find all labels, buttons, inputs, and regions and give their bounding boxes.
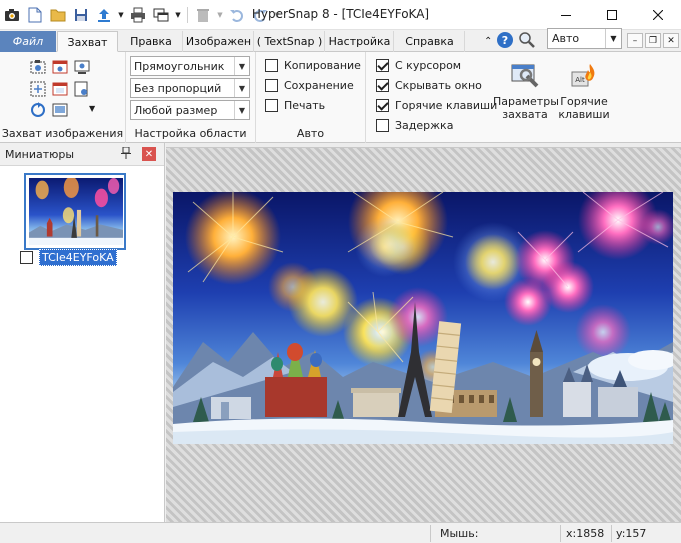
- zoom-select-value: Авто: [552, 32, 580, 45]
- thumbnails-title: Миниатюры: [5, 148, 75, 161]
- status-separator: [560, 525, 561, 542]
- thumbnail-preview: [29, 176, 123, 245]
- minimize-button[interactable]: [543, 0, 589, 30]
- capture-active-window-icon[interactable]: [51, 80, 69, 98]
- size-select[interactable]: Любой размер ▼: [130, 100, 250, 120]
- hotkeys-fire-icon: Alt: [557, 57, 611, 95]
- size-select-value: Любой размер: [134, 104, 218, 117]
- capture-region-icon[interactable]: [51, 58, 69, 76]
- magnifier-icon[interactable]: [518, 31, 536, 52]
- capture-params-label-1: Параметры: [493, 95, 559, 108]
- status-bar: Мышь: x:1858 y:157: [0, 522, 681, 543]
- tab-edit[interactable]: Правка: [120, 31, 183, 52]
- chevron-down-icon[interactable]: ▼: [234, 57, 249, 75]
- status-separator: [611, 525, 612, 542]
- region-group-label: Настройка области: [134, 127, 247, 140]
- capture-scroll-icon[interactable]: [73, 80, 91, 98]
- tab-image[interactable]: Изображен: [184, 31, 254, 52]
- capture-repeat-icon[interactable]: [29, 101, 47, 119]
- tab-help[interactable]: Справка: [395, 31, 465, 52]
- tab-textsnap[interactable]: ( TextSnap ): [255, 31, 325, 52]
- svg-text:?: ?: [502, 34, 508, 47]
- hotkeys-checkbox-box[interactable]: [376, 99, 389, 112]
- mouse-label: Мышь:: [440, 527, 479, 540]
- capture-group-label: Захват изображения: [1, 127, 124, 140]
- save-checkbox-label: Сохранение: [284, 79, 354, 92]
- proportions-select-value: Без пропорций: [134, 82, 222, 95]
- delay-checkbox-label: Задержка: [395, 119, 454, 132]
- delay-checkbox[interactable]: Задержка: [376, 119, 453, 132]
- delay-checkbox-box[interactable]: [376, 119, 389, 132]
- thumbnail-row: TCIe4EYFoKA: [20, 249, 117, 266]
- mdi-controls: – ❐ ✕: [627, 33, 679, 48]
- svg-text:Alt: Alt: [575, 76, 585, 84]
- auto-group: Копирование Сохранение Печать Авто: [256, 52, 366, 143]
- tab-settings[interactable]: Настройка: [326, 31, 394, 52]
- hotkeys-button-label-1: Горячие: [560, 95, 608, 108]
- thumbnail-image[interactable]: [24, 173, 126, 250]
- capture-menu-icon[interactable]: [51, 101, 69, 119]
- shape-select[interactable]: Прямоугольник ▼: [130, 56, 250, 76]
- tab-tools: ⌃ ?: [484, 30, 536, 52]
- cursor-checkbox-box[interactable]: [376, 59, 389, 72]
- chevron-down-icon[interactable]: ▼: [605, 29, 621, 48]
- print-checkbox-label: Печать: [284, 99, 326, 112]
- zoom-select[interactable]: Авто ▼: [547, 28, 622, 49]
- chevron-down-icon[interactable]: ▼: [234, 101, 249, 119]
- chevron-down-icon[interactable]: ▼: [234, 79, 249, 97]
- hotkeys-button[interactable]: Alt Горячие клавиши: [557, 57, 611, 121]
- capture-group: ▼ Захват изображения: [0, 52, 126, 143]
- thumbnails-header: Миниатюры ✕: [0, 143, 164, 166]
- panel-close-icon[interactable]: ✕: [142, 147, 156, 161]
- copy-checkbox-label: Копирование: [284, 59, 361, 72]
- hide-window-checkbox[interactable]: Скрывать окно: [376, 79, 482, 92]
- copy-checkbox[interactable]: Копирование: [265, 59, 361, 72]
- thumbnail-label[interactable]: TCIe4EYFoKA: [39, 249, 117, 266]
- save-checkbox[interactable]: Сохранение: [265, 79, 354, 92]
- close-button[interactable]: [635, 0, 681, 30]
- capture-params-button[interactable]: Параметры захвата: [493, 57, 559, 121]
- copy-checkbox-box[interactable]: [265, 59, 278, 72]
- capture-window-icon[interactable]: [29, 58, 47, 76]
- capture-more-dropdown-icon[interactable]: ▼: [89, 104, 99, 122]
- mdi-restore-icon[interactable]: ❐: [645, 33, 661, 48]
- region-settings-group: Прямоугольник ▼ Без пропорций ▼ Любой ра…: [126, 52, 256, 143]
- proportions-select[interactable]: Без пропорций ▼: [130, 78, 250, 98]
- capture-params-label-2: захвата: [502, 108, 548, 121]
- shape-select-value: Прямоугольник: [134, 60, 225, 73]
- maximize-button[interactable]: [589, 0, 635, 30]
- pin-icon[interactable]: [121, 146, 131, 162]
- mouse-x: x:1858: [566, 527, 605, 540]
- title-bar: ▼ ▼ ▼ ▼ HyperSnap 8 - [TCIe4EYFoKA]: [0, 0, 681, 30]
- window-controls: [543, 0, 681, 30]
- capture-button-icon[interactable]: [29, 80, 47, 98]
- cursor-checkbox[interactable]: С курсором: [376, 59, 461, 72]
- capture-params-icon: [493, 57, 557, 95]
- collapse-ribbon-icon[interactable]: ⌃: [484, 36, 492, 47]
- tab-file[interactable]: Файл: [0, 31, 56, 52]
- hide-window-checkbox-label: Скрывать окно: [395, 79, 482, 92]
- options-group: С курсором Скрывать окно Горячие клавиши…: [366, 52, 681, 143]
- capture-fullscreen-icon[interactable]: [73, 58, 91, 76]
- hotkeys-button-label-2: клавиши: [558, 108, 610, 121]
- ribbon: ▼ Захват изображения Прямоугольник ▼ Без…: [0, 52, 681, 143]
- tab-capture[interactable]: Захват: [57, 31, 118, 52]
- hotkeys-checkbox-label: Горячие клавиши: [395, 99, 498, 112]
- mouse-y: y:157: [616, 527, 647, 540]
- thumbnail-checkbox[interactable]: [20, 251, 33, 264]
- print-checkbox-box[interactable]: [265, 99, 278, 112]
- status-separator: [430, 525, 431, 542]
- help-icon[interactable]: ?: [496, 31, 514, 52]
- print-checkbox[interactable]: Печать: [265, 99, 325, 112]
- auto-group-label: Авто: [296, 127, 325, 140]
- mdi-minimize-icon[interactable]: –: [627, 33, 643, 48]
- mdi-close-icon[interactable]: ✕: [663, 33, 679, 48]
- save-checkbox-box[interactable]: [265, 79, 278, 92]
- hotkeys-checkbox[interactable]: Горячие клавиши: [376, 99, 497, 112]
- captured-image[interactable]: [173, 192, 673, 444]
- canvas-top-edge: [166, 143, 681, 148]
- thumbnails-panel: Миниатюры ✕ TCIe4EYFoKA: [0, 143, 165, 522]
- hide-window-checkbox-box[interactable]: [376, 79, 389, 92]
- cursor-checkbox-label: С курсором: [395, 59, 462, 72]
